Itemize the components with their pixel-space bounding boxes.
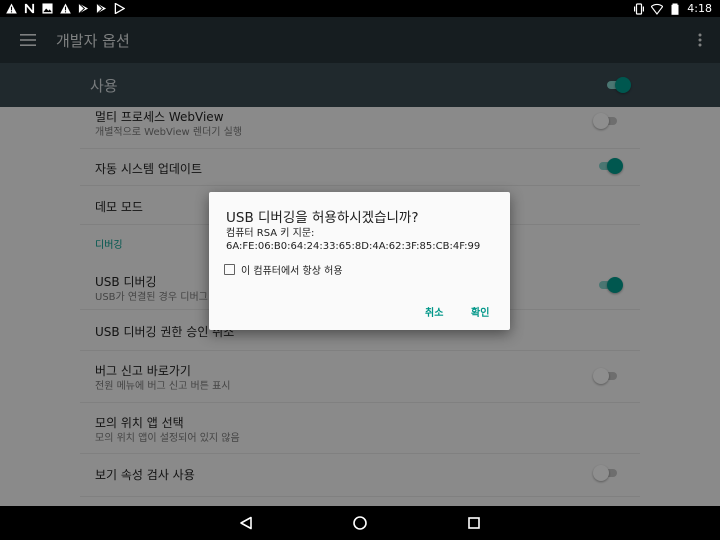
image-icon [42,3,53,14]
setting-subtitle: 모의 위치 앱이 설정되어 있지 않음 [95,433,240,444]
bug-report-shortcut-switch[interactable] [593,368,619,384]
ok-button[interactable]: 확인 [471,304,489,319]
rsa-key-label: 컴퓨터 RSA 키 지문: [226,228,315,239]
always-allow-row[interactable]: 이 컴퓨터에서 항상 허용 [224,262,343,277]
master-switch-label: 사용 [90,76,118,95]
setting-bug-report-shortcut[interactable]: 버그 신고 바로가기 전원 메뉴에 버그 신고 버튼 표시 [80,351,640,395]
battery-icon [671,3,679,15]
auto-system-update-switch[interactable] [597,158,623,174]
menu-icon[interactable] [0,17,56,63]
setting-subtitle: 개별적으로 WebView 렌더기 실행 [95,127,243,138]
setting-view-attribute-inspection[interactable]: 보기 속성 검사 사용 [80,454,640,492]
back-icon[interactable] [237,514,255,532]
n-icon [24,3,35,14]
play-store-icon [96,3,107,14]
vibrate-icon [634,2,645,15]
divider [80,496,640,497]
status-bar: 4:18 [0,0,720,17]
setting-title: 보기 속성 검사 사용 [95,468,195,482]
dialog-message: 컴퓨터 RSA 키 지문: 6A:FE:06:B0:64:24:33:65:8D… [226,227,480,253]
master-switch[interactable] [605,77,631,93]
play-store-icon [78,3,89,14]
navigation-bar [0,506,720,540]
home-icon[interactable] [351,514,369,532]
more-options-icon[interactable] [680,17,720,63]
dialog-title: USB 디버깅을 허용하시겠습니까? [226,210,419,226]
setting-multiprocess-webview[interactable]: 멀티 프로세스 WebView 개별적으로 WebView 렌더기 실행 [80,107,640,149]
setting-mock-location-app[interactable]: 모의 위치 앱 선택 모의 위치 앱이 설정되어 있지 않음 [80,403,640,453]
master-switch-bar[interactable]: 사용 [0,63,720,107]
setting-auto-system-update[interactable]: 자동 시스템 업데이트 [80,149,640,185]
usb-debugging-dialog: USB 디버깅을 허용하시겠습니까? 컴퓨터 RSA 키 지문: 6A:FE:0… [209,192,510,330]
wifi-icon [651,3,664,15]
page-title: 개발자 옵션 [56,31,130,50]
category-debugging: 디버깅 [95,240,123,251]
always-allow-checkbox[interactable] [224,264,235,275]
cancel-button[interactable]: 취소 [425,304,443,319]
always-allow-label: 이 컴퓨터에서 항상 허용 [241,266,343,277]
app-bar: 개발자 옵션 [0,17,720,63]
recents-icon[interactable] [465,514,483,532]
multiprocess-webview-switch[interactable] [593,113,619,129]
setting-title: 자동 시스템 업데이트 [95,162,202,176]
warning-icon [60,3,71,14]
view-attribute-inspection-switch[interactable] [593,465,619,481]
usb-debugging-switch[interactable] [597,277,623,293]
clock: 4:18 [687,2,712,15]
rsa-key-fingerprint: 6A:FE:06:B0:64:24:33:65:8D:4A:62:3F:85:C… [226,241,481,252]
warning-icon [6,3,17,14]
setting-subtitle: 전원 메뉴에 버그 신고 버튼 표시 [95,381,231,392]
setting-title: 데모 모드 [95,200,143,214]
notification-icons [0,3,125,14]
play-icon [114,3,125,14]
